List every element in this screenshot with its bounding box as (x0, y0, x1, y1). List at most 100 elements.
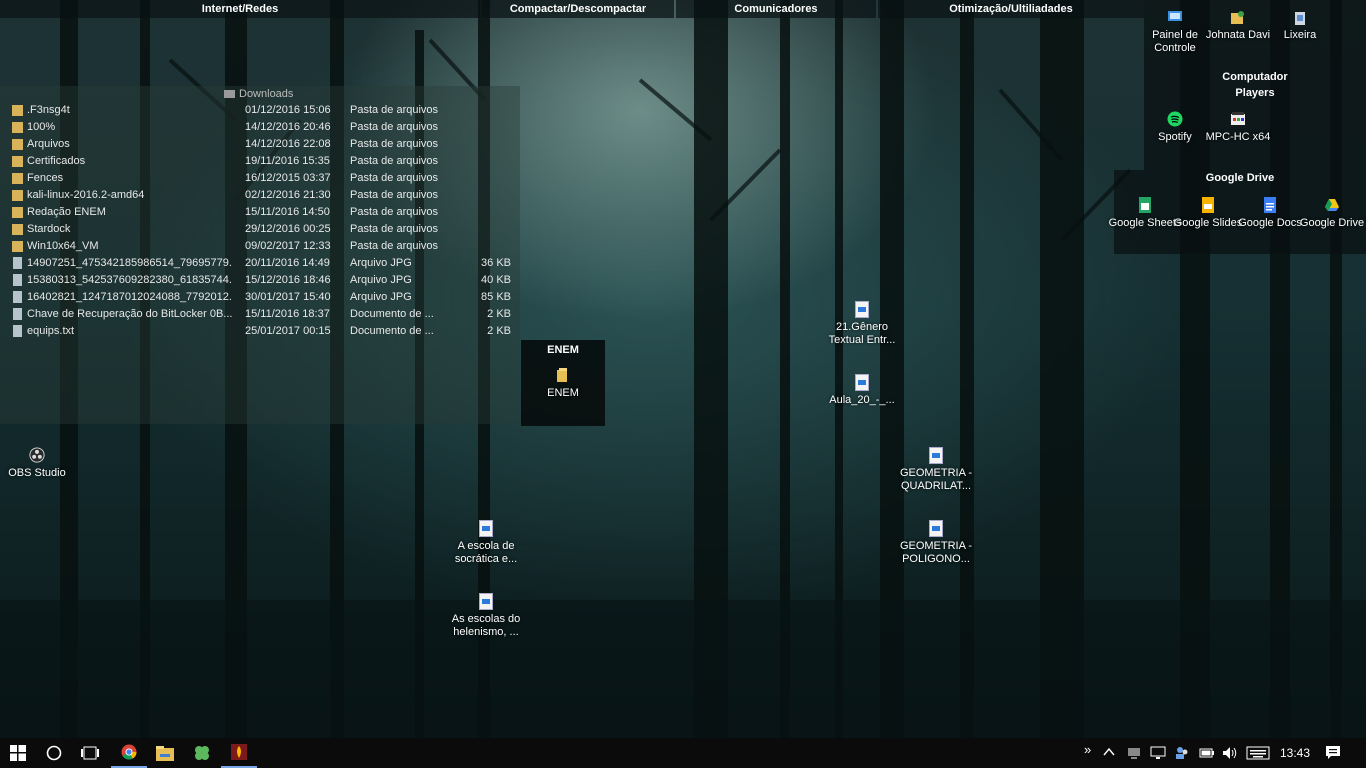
file-size: 2 KB (487, 308, 511, 320)
google-drive-shortcut[interactable]: Google Drive (1294, 196, 1366, 230)
clover-icon (195, 746, 209, 760)
file-row[interactable]: Stardock 29/12/2016 00:25 Pasta de arquivo… (10, 221, 516, 238)
task-view-button[interactable] (72, 738, 108, 768)
file-row[interactable]: Fences 16/12/2015 03:37 Pasta de arquivos (10, 170, 516, 187)
keyboard-icon[interactable] (1246, 746, 1270, 760)
file-date: 15/12/2016 18:46 (245, 274, 331, 286)
doc-escolas-helenismo[interactable]: As escolas do helenismo, ... (448, 593, 524, 639)
file-icon (13, 274, 22, 286)
file-type: Pasta de arquivos (350, 104, 439, 116)
folder-icon (12, 105, 23, 116)
icon-label: Aula_20_-_... (829, 394, 895, 406)
doc-geometria-quadrilat[interactable]: GEOMETRIA - QUADRILAT... (898, 447, 974, 493)
icon-label: ENEM (547, 387, 579, 399)
people-icon[interactable] (1175, 746, 1189, 760)
file-row[interactable]: Chave de Recuperação do BitLocker 0B... 1… (10, 306, 516, 323)
up-arrow-icon[interactable] (1103, 747, 1115, 757)
clock[interactable]: 13:43 (1280, 746, 1310, 760)
display-icon[interactable] (1150, 746, 1166, 760)
file-row[interactable]: 15380313_542537609282380_61835744... 15/1… (10, 272, 516, 289)
search-button[interactable] (36, 738, 72, 768)
google-drive-icon (1325, 199, 1339, 211)
recycle-bin-icon (1295, 12, 1305, 25)
chrome-icon (121, 744, 137, 760)
file-date: 15/11/2016 14:50 (245, 206, 330, 218)
file-name: Fences (27, 172, 64, 184)
file-name: 16402821_1247187012024088_7792012... (27, 291, 232, 303)
fence-internet-redes[interactable]: Internet/Redes (0, 0, 480, 18)
fence-comunicadores[interactable]: Comunicadores (676, 0, 876, 18)
folder-icon (12, 173, 23, 184)
fence-title: Compactar/Descompactar (509, 3, 647, 15)
file-type: Arquivo JPG (350, 257, 412, 269)
fence-title: Internet/Redes (201, 3, 279, 15)
icon-label: Spotify (1158, 131, 1192, 143)
file-row[interactable]: 100% 14/12/2016 20:46 Pasta de arquivos (10, 119, 516, 136)
document-icon (479, 593, 493, 610)
taskbar: » 13:43 (0, 738, 1366, 768)
file-explorer-icon (156, 745, 174, 761)
search-icon (46, 745, 62, 761)
obs-studio-shortcut[interactable]: OBS Studio (0, 446, 75, 480)
obs-studio-icon (29, 447, 45, 463)
file-row[interactable]: Redação ENEM 15/11/2016 14:50 Pasta de arq… (10, 204, 516, 221)
file-date: 14/12/2016 20:46 (245, 121, 331, 133)
folder-icon (12, 156, 23, 167)
file-explorer-taskbar-button[interactable] (147, 738, 183, 768)
file-name: Win10x64_VM (27, 240, 99, 252)
file-row[interactable]: .F3nsg4t 01/12/2016 15:06 Pasta de arquivo… (10, 102, 516, 119)
folder-icon (12, 190, 23, 201)
doc-genero-textual[interactable]: 21.Gênero Textual Entr... (824, 301, 900, 347)
volume-icon[interactable] (1222, 746, 1238, 760)
battery-icon[interactable] (1199, 747, 1215, 759)
user-folder-icon (1231, 11, 1244, 24)
icon-label: Lixeira (1283, 29, 1317, 41)
file-row[interactable]: kali-linux-2016.2-amd64 02/12/2016 21:30 P… (10, 187, 516, 204)
clover-taskbar-button[interactable] (184, 738, 220, 768)
document-icon (929, 447, 943, 464)
recycle-bin-shortcut[interactable]: Lixeira (1262, 8, 1338, 42)
start-button[interactable] (0, 738, 36, 768)
file-type: Pasta de arquivos (350, 138, 439, 150)
spotify-icon (1167, 111, 1183, 127)
file-row[interactable]: Arquivos 14/12/2016 22:08 Pasta de arquivo… (10, 136, 516, 153)
file-name: kali-linux-2016.2-amd64 (27, 189, 145, 201)
mpc-hc-shortcut[interactable]: MPC-HC x64 (1200, 110, 1276, 144)
file-size: 40 KB (481, 274, 511, 286)
file-date: 30/01/2017 15:40 (245, 291, 331, 303)
file-row[interactable]: 14907251_475342185986514_79695779... 20/1… (10, 255, 516, 272)
doc-escola-socratica[interactable]: A escola de socrática e... (448, 520, 524, 566)
enem-title: ENEM (547, 344, 579, 356)
icon-label: GEOMETRIA - QUADRILAT... (899, 467, 973, 492)
control-panel-icon (1168, 11, 1182, 21)
chevron-icon[interactable]: » (1084, 742, 1091, 757)
file-row[interactable]: Certificados 19/11/2016 15:35 Pasta de arq… (10, 153, 516, 170)
file-size: 36 KB (481, 257, 511, 269)
icon-label: GEOMETRIA - POLIGONO... (899, 540, 973, 565)
enem-folder-shortcut[interactable]: ENEM (525, 366, 601, 400)
players-title: Players (1235, 87, 1275, 99)
fence-otimizacao[interactable]: Otimização/Ultiliadades (878, 0, 1144, 18)
file-row[interactable]: 16402821_1247187012024088_7792012... 30/0… (10, 289, 516, 306)
doc-geometria-poligono[interactable]: GEOMETRIA - POLIGONO... (898, 520, 974, 566)
downloads-header[interactable]: Downloads (224, 88, 293, 100)
file-date: 01/12/2016 15:06 (245, 104, 331, 116)
file-row[interactable]: Win10x64_VM 09/02/2017 12:33 Pasta de arqu… (10, 238, 516, 255)
file-type: Documento de ... (350, 325, 434, 337)
fence-compactar[interactable]: Compactar/Descompactar (482, 0, 674, 18)
file-row[interactable]: equips.txt 25/01/2017 00:15 Documento de .… (10, 323, 516, 340)
doc-aula-20[interactable]: Aula_20_-_... (824, 374, 900, 407)
file-date: 15/11/2016 18:37 (245, 308, 330, 320)
folder-icon (12, 224, 23, 235)
network-icon[interactable] (1127, 747, 1141, 759)
file-size: 2 KB (487, 325, 511, 337)
file-date: 20/11/2016 14:49 (245, 257, 330, 269)
file-type: Pasta de arquivos (350, 206, 439, 218)
icon-label: OBS Studio (8, 467, 66, 479)
google-docs-icon (1264, 197, 1276, 213)
notification-icon[interactable] (1325, 745, 1341, 761)
file-date: 14/12/2016 22:08 (245, 138, 331, 150)
chrome-taskbar-button[interactable] (111, 738, 147, 768)
app-taskbar-button[interactable] (221, 738, 257, 768)
file-type: Arquivo JPG (350, 274, 412, 286)
